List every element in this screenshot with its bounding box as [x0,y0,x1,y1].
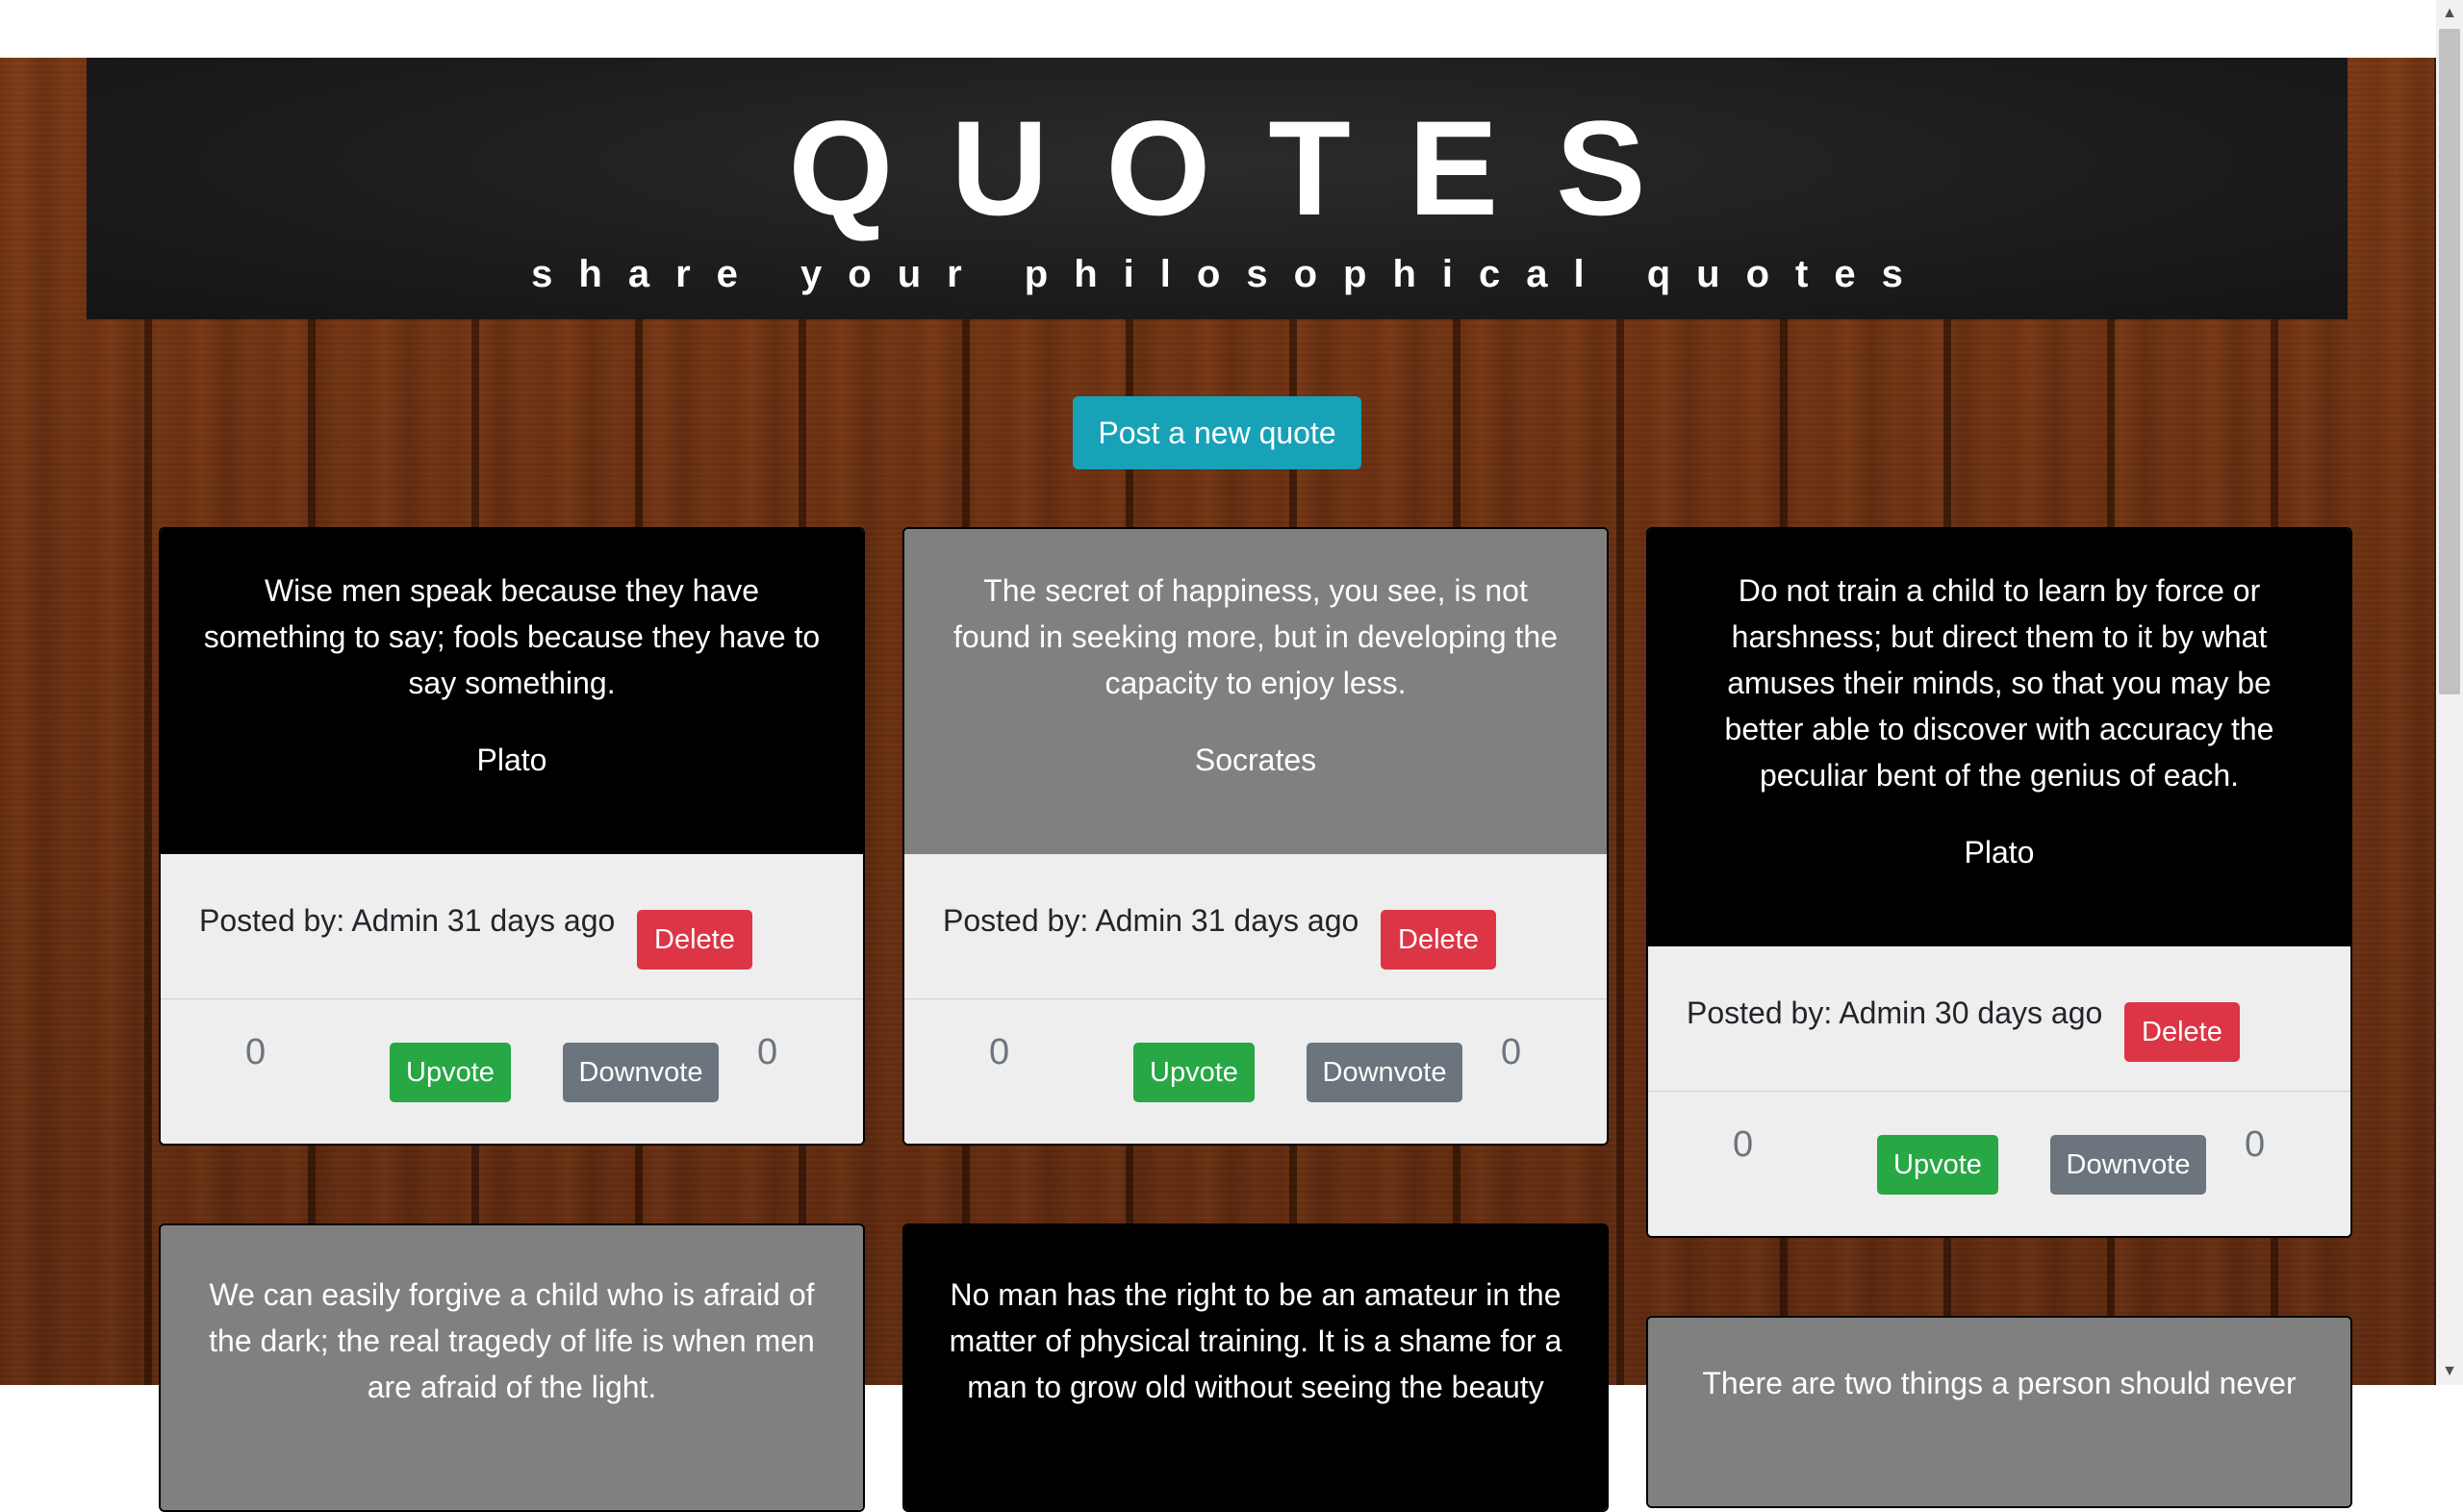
delete-button[interactable]: Delete [1381,910,1496,970]
upvote-button[interactable]: Upvote [1877,1135,1998,1195]
downvote-button[interactable]: Downvote [563,1043,719,1102]
quote-card: Wise men speak because they have somethi… [159,527,865,1146]
upvote-button[interactable]: Upvote [1133,1043,1255,1102]
downvote-count: 0 [1501,1032,1522,1072]
page-title: QUOTES [788,92,1704,243]
page-header: QUOTES share your philosophical quotes [87,58,2348,319]
post-new-quote-button[interactable]: Post a new quote [1073,396,1361,469]
quote-text: Wise men speak because they have somethi… [203,573,821,700]
delete-button[interactable]: Delete [637,910,752,970]
quote-body: We can easily forgive a child who is afr… [161,1225,863,1510]
scroll-up-arrow-icon[interactable]: ▲ [2436,0,2463,27]
quote-card: Do not train a child to learn by force o… [1646,527,2352,1238]
browser-top-bar [0,0,2436,58]
posted-by-text: Posted by: Admin 30 days ago [1687,995,2103,1030]
upvote-count: 0 [989,1032,1010,1072]
quote-card: The secret of happiness, you see, is not… [902,527,1609,1146]
posted-by-text: Posted by: Admin 31 days ago [199,903,616,938]
quote-card: We can easily forgive a child who is afr… [159,1223,865,1512]
quote-meta: Posted by: Admin 30 days ago Delete [1648,946,2350,1092]
delete-button[interactable]: Delete [2124,1002,2240,1062]
vote-bar: 0 Upvote Downvote 0 [904,999,1607,1144]
quote-body: Wise men speak because they have somethi… [161,529,863,854]
downvote-button[interactable]: Downvote [2050,1135,2206,1195]
quote-body: Do not train a child to learn by force o… [1648,529,2350,946]
upvote-count: 0 [245,1032,267,1072]
downvote-count: 0 [2245,1124,2266,1165]
quote-text: The secret of happiness, you see, is not… [953,573,1558,700]
vote-bar: 0 Upvote Downvote 0 [161,999,863,1144]
page-subtitle: share your philosophical quotes [531,253,1929,295]
quote-author: Plato [1964,835,2035,869]
downvote-button[interactable]: Downvote [1307,1043,1462,1102]
quote-text: There are two things a person should nev… [1702,1366,2297,1400]
quote-author: Socrates [1194,743,1317,777]
quote-meta: Posted by: Admin 31 days ago Delete [904,854,1607,999]
scrollbar-thumb[interactable] [2439,29,2460,694]
quote-body: No man has the right to be an amateur in… [904,1225,1607,1510]
posted-by-text: Posted by: Admin 31 days ago [943,903,1359,938]
quote-author: Plato [476,743,547,777]
vote-bar: 0 Upvote Downvote 0 [1648,1092,2350,1236]
quote-text: Do not train a child to learn by force o… [1724,573,2274,793]
upvote-button[interactable]: Upvote [390,1043,511,1102]
quote-card: No man has the right to be an amateur in… [902,1223,1609,1512]
quote-body: There are two things a person should nev… [1648,1318,2350,1506]
scroll-down-arrow-icon[interactable]: ▼ [2436,1358,2463,1385]
quote-text: No man has the right to be an amateur in… [949,1277,1562,1404]
quote-body: The secret of happiness, you see, is not… [904,529,1607,854]
quote-card: There are two things a person should nev… [1646,1316,2352,1508]
quote-text: We can easily forgive a child who is afr… [209,1277,815,1404]
page-scrollbar[interactable]: ▲ ▼ [2436,0,2463,1385]
upvote-count: 0 [1733,1124,1754,1165]
quote-meta: Posted by: Admin 31 days ago Delete [161,854,863,999]
downvote-count: 0 [757,1032,778,1072]
